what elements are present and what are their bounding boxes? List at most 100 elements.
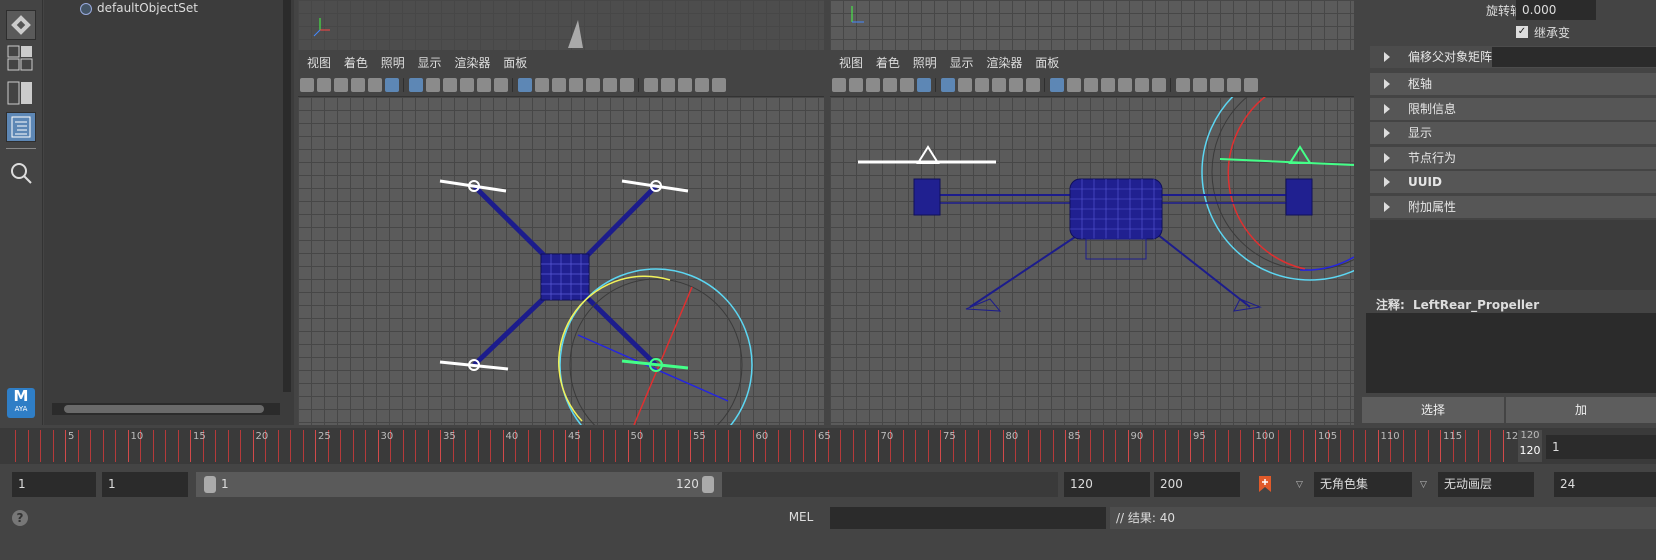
two-d-pan-icon[interactable] <box>917 78 931 92</box>
auto-key-icon[interactable] <box>1256 474 1274 494</box>
grid-icon[interactable] <box>941 78 955 92</box>
camera-attributes-icon[interactable] <box>849 78 863 92</box>
gate-mask-icon[interactable] <box>460 78 474 92</box>
xray-icon[interactable] <box>586 78 600 92</box>
motion-blur-icon[interactable] <box>1193 78 1207 92</box>
search-icon[interactable] <box>8 160 34 186</box>
outliner-item-defaultobjectset[interactable]: defaultObjectSet <box>80 0 198 16</box>
depth-of-field-icon[interactable] <box>695 78 709 92</box>
current-frame-field[interactable]: 1 <box>1546 435 1656 459</box>
wireframe-icon[interactable] <box>1050 78 1064 92</box>
default-material-icon[interactable] <box>552 78 566 92</box>
perspective-viewport-top[interactable] <box>298 0 824 50</box>
notes-textarea[interactable] <box>1366 313 1656 393</box>
character-set-dropdown[interactable]: 无角色集 <box>1314 472 1412 497</box>
field-chart-icon[interactable] <box>477 78 491 92</box>
camera-icon[interactable] <box>300 78 314 92</box>
default-material-icon[interactable] <box>1084 78 1098 92</box>
wireframe-icon[interactable] <box>518 78 532 92</box>
offset-parent-matrix-field[interactable] <box>1492 47 1656 67</box>
rotate-axis-field[interactable]: 0.000 <box>1516 0 1596 20</box>
lights-icon[interactable] <box>1135 78 1149 92</box>
fps-dropdown[interactable]: 24 <box>1554 472 1656 497</box>
isolate-select-icon[interactable] <box>712 78 726 92</box>
shadows-icon[interactable] <box>1152 78 1166 92</box>
outliner-layout-icon[interactable] <box>6 112 36 142</box>
film-gate-icon[interactable] <box>958 78 972 92</box>
ambient-occlusion-icon[interactable] <box>1176 78 1190 92</box>
menu-view[interactable]: 视图 <box>307 52 331 74</box>
field-chart-icon[interactable] <box>1009 78 1023 92</box>
resolution-gate-icon[interactable] <box>975 78 989 92</box>
two-d-pan-icon[interactable] <box>385 78 399 92</box>
playback-end-field[interactable]: 120 <box>1064 472 1150 497</box>
range-end-handle[interactable] <box>702 476 714 493</box>
section-uuid[interactable]: UUID <box>1370 171 1656 193</box>
grid-icon[interactable] <box>409 78 423 92</box>
inherit-checkbox[interactable]: ✓ <box>1516 26 1528 38</box>
command-input[interactable] <box>830 507 1106 529</box>
front-viewport[interactable]: 视图 着色 照明 显示 渲染器 面板 <box>830 52 1354 425</box>
range-slider[interactable]: 1 120 <box>196 472 722 497</box>
menu-view[interactable]: 视图 <box>839 52 863 74</box>
section-node-behavior[interactable]: 节点行为 <box>1370 147 1656 169</box>
menu-panels[interactable]: 面板 <box>503 52 527 74</box>
safe-action-icon[interactable] <box>1026 78 1040 92</box>
section-extra-attributes[interactable]: 附加属性 <box>1370 196 1656 218</box>
anti-aliasing-icon[interactable] <box>678 78 692 92</box>
character-set-chevron-icon[interactable]: ▽ <box>1296 480 1303 490</box>
shadows-icon[interactable] <box>620 78 634 92</box>
camera-attributes-icon[interactable] <box>317 78 331 92</box>
help-icon[interactable]: ? <box>12 510 28 526</box>
top-viewport[interactable]: 视图 着色 照明 显示 渲染器 面板 <box>298 52 824 425</box>
anti-aliasing-icon[interactable] <box>1210 78 1224 92</box>
animation-end-field[interactable]: 200 <box>1154 472 1240 497</box>
side-viewport-top[interactable] <box>830 0 1354 50</box>
section-pivots[interactable]: 枢轴 <box>1370 73 1656 95</box>
section-display[interactable]: 显示 <box>1370 122 1656 144</box>
menu-lighting[interactable]: 照明 <box>913 52 937 74</box>
menu-renderer[interactable]: 渲染器 <box>986 52 1022 74</box>
menu-show[interactable]: 显示 <box>950 52 974 74</box>
lights-icon[interactable] <box>603 78 617 92</box>
bookmark-icon[interactable] <box>334 78 348 92</box>
menu-shading[interactable]: 着色 <box>876 52 900 74</box>
current-time-marker[interactable]: 120 120 <box>1518 430 1542 462</box>
menu-shading[interactable]: 着色 <box>344 52 368 74</box>
top-view-canvas[interactable] <box>298 97 824 425</box>
xray-icon[interactable] <box>1118 78 1132 92</box>
menu-lighting[interactable]: 照明 <box>381 52 405 74</box>
layout-four-panes-icon[interactable] <box>6 44 36 74</box>
outliner-horizontal-scrollbar[interactable] <box>52 403 280 415</box>
camera-icon[interactable] <box>832 78 846 92</box>
safe-action-icon[interactable] <box>494 78 508 92</box>
textured-icon[interactable] <box>569 78 583 92</box>
layout-two-panes-icon[interactable] <box>6 80 36 106</box>
depth-of-field-icon[interactable] <box>1227 78 1241 92</box>
grease-pencil-icon[interactable] <box>368 78 382 92</box>
range-start-handle[interactable] <box>204 476 216 493</box>
textured-icon[interactable] <box>1101 78 1115 92</box>
smooth-shade-icon[interactable] <box>1067 78 1081 92</box>
smooth-shade-icon[interactable] <box>535 78 549 92</box>
front-view-canvas[interactable] <box>830 97 1354 425</box>
resolution-gate-icon[interactable] <box>443 78 457 92</box>
image-plane-icon[interactable] <box>351 78 365 92</box>
motion-blur-icon[interactable] <box>661 78 675 92</box>
select-tool-icon[interactable] <box>6 10 36 40</box>
isolate-select-icon[interactable] <box>1244 78 1258 92</box>
script-language-toggle[interactable]: MEL <box>776 505 826 530</box>
outliner-vertical-scrollbar[interactable] <box>283 0 291 392</box>
anim-layer-dropdown[interactable]: 无动画层 <box>1438 472 1534 497</box>
time-slider-ticks[interactable]: 5 10 15 20 25 30 35 40 45 50 55 60 65 70 75 80 85 90 95 100… <box>12 430 1518 462</box>
animation-start-field[interactable]: 1 <box>12 472 96 497</box>
menu-show[interactable]: 显示 <box>418 52 442 74</box>
ambient-occlusion-icon[interactable] <box>644 78 658 92</box>
scrollbar-thumb[interactable] <box>64 405 264 413</box>
menu-renderer[interactable]: 渲染器 <box>454 52 490 74</box>
image-plane-icon[interactable] <box>883 78 897 92</box>
bookmark-icon[interactable] <box>866 78 880 92</box>
grease-pencil-icon[interactable] <box>900 78 914 92</box>
film-gate-icon[interactable] <box>426 78 440 92</box>
section-limit-info[interactable]: 限制信息 <box>1370 98 1656 120</box>
